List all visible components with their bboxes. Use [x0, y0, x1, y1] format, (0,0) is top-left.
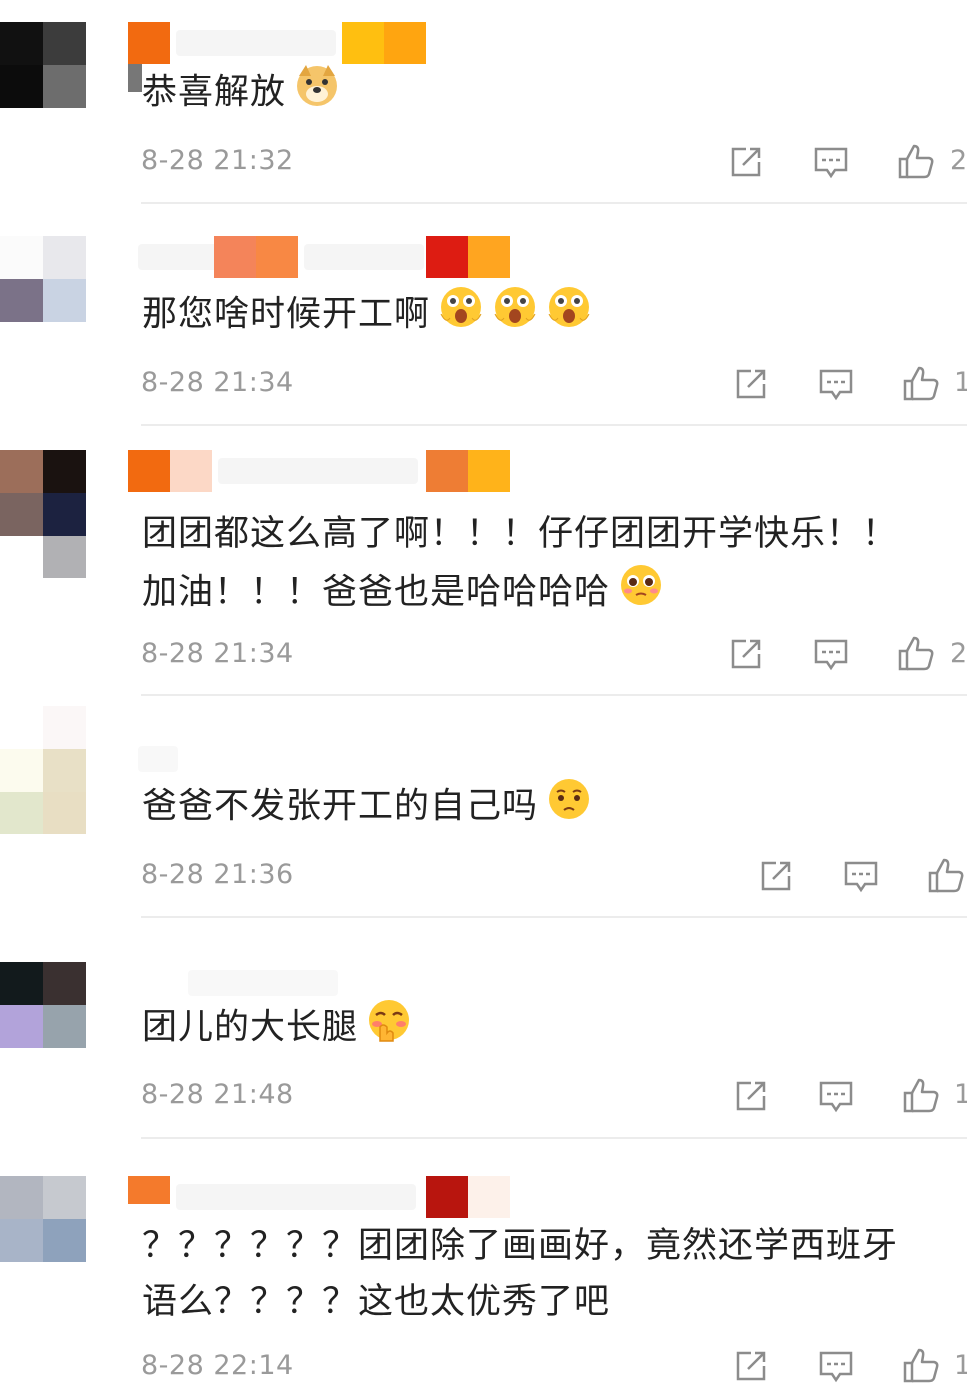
username-censored[interactable] [128, 450, 528, 494]
share-icon [736, 1081, 766, 1111]
pleading-emoji [618, 562, 664, 625]
comment-text: 团团都这么高了啊！！！仔仔团团开学快乐！！ 加油！！！爸爸也是哈哈哈哈 [142, 506, 942, 625]
reply-button[interactable] [816, 1076, 856, 1116]
divider [141, 916, 967, 918]
like-button[interactable] [896, 634, 936, 674]
comment-text-line: 语么？？？？这也太优秀了吧 [142, 1282, 611, 1322]
reply-button[interactable] [811, 634, 851, 674]
thumbs-up-icon [903, 1078, 939, 1113]
username-censored[interactable] [128, 236, 528, 280]
share-icon [731, 147, 761, 177]
like-button[interactable] [901, 1076, 941, 1116]
share-button[interactable] [726, 142, 766, 182]
divider [141, 694, 967, 696]
like-button[interactable] [901, 364, 941, 404]
reply-button[interactable] [816, 364, 856, 404]
sad-emoji [546, 776, 592, 839]
comment-text: 团儿的大长腿 [142, 997, 942, 1060]
comment-icon [819, 1351, 853, 1383]
comment-text-line: 恭喜解放 [142, 72, 287, 113]
thumbs-up-icon [928, 858, 964, 893]
avatar[interactable] [0, 22, 86, 108]
like-count: 2 [950, 145, 967, 176]
doge-emoji [294, 62, 340, 125]
thumbs-up-icon [903, 366, 939, 401]
timestamp: 8-28 21:34 [141, 367, 294, 398]
timestamp: 8-28 21:32 [141, 145, 294, 176]
comment-text-line: 那您啥时候开工啊 [142, 294, 431, 335]
reply-button[interactable] [816, 1346, 856, 1386]
username-censored[interactable] [128, 1176, 528, 1220]
comment-text-line: 爸爸不发张开工的自己吗 [142, 786, 539, 827]
username-censored[interactable] [128, 22, 528, 92]
comment-icon [814, 147, 848, 179]
divider [141, 202, 967, 204]
comment-text: 那您啥时候开工啊 [142, 284, 942, 347]
shocked-emoji [546, 284, 592, 347]
share-icon [731, 639, 761, 669]
shy-emoji [366, 997, 412, 1060]
share-button[interactable] [756, 856, 796, 896]
thumbs-up-icon [898, 636, 934, 671]
timestamp: 8-28 21:36 [141, 859, 294, 890]
shocked-emoji [438, 284, 484, 347]
thumbs-up-icon [903, 1348, 939, 1383]
avatar[interactable] [0, 962, 86, 1048]
comment-text: ？？？？？？团团除了画画好，竟然还学西班牙 语么？？？？这也太优秀了吧 [142, 1218, 942, 1330]
like-count: 1 [954, 1350, 967, 1381]
avatar[interactable] [0, 706, 86, 834]
share-button[interactable] [726, 634, 766, 674]
reply-button[interactable] [811, 142, 851, 182]
divider [141, 1137, 967, 1139]
comment-text-line: 团儿的大长腿 [142, 1007, 359, 1048]
like-count: 1 [954, 1079, 967, 1110]
like-button[interactable] [896, 142, 936, 182]
comment-text-line: ？？？？？？团团除了画画好，竟然还学西班牙 [142, 1226, 899, 1266]
comment-icon [819, 1081, 853, 1113]
like-count: 2 [950, 638, 967, 669]
avatar[interactable] [0, 1176, 86, 1262]
share-icon [761, 861, 791, 891]
divider [141, 424, 967, 426]
share-icon [736, 369, 766, 399]
share-button[interactable] [731, 364, 771, 404]
avatar[interactable] [0, 236, 86, 322]
comment-text: 爸爸不发张开工的自己吗 [142, 776, 942, 839]
like-count: 1 [954, 367, 967, 398]
avatar[interactable] [0, 450, 86, 578]
comment-text-line: 团团都这么高了啊！！！仔仔团团开学快乐！！ [142, 514, 899, 554]
comment-icon [814, 639, 848, 671]
like-button[interactable] [926, 856, 966, 896]
timestamp: 8-28 21:48 [141, 1079, 294, 1110]
like-button[interactable] [901, 1346, 941, 1386]
comment-icon [819, 369, 853, 401]
timestamp: 8-28 21:34 [141, 638, 294, 669]
shocked-emoji [492, 284, 538, 347]
comment-text: 恭喜解放 [142, 62, 942, 125]
share-icon [736, 1351, 766, 1381]
timestamp: 8-28 22:14 [141, 1350, 294, 1381]
thumbs-up-icon [898, 144, 934, 179]
share-button[interactable] [731, 1076, 771, 1116]
comment-text-line: 加油！！！爸爸也是哈哈哈哈 [142, 572, 611, 613]
reply-button[interactable] [841, 856, 881, 896]
comment-icon [844, 861, 878, 893]
share-button[interactable] [731, 1346, 771, 1386]
